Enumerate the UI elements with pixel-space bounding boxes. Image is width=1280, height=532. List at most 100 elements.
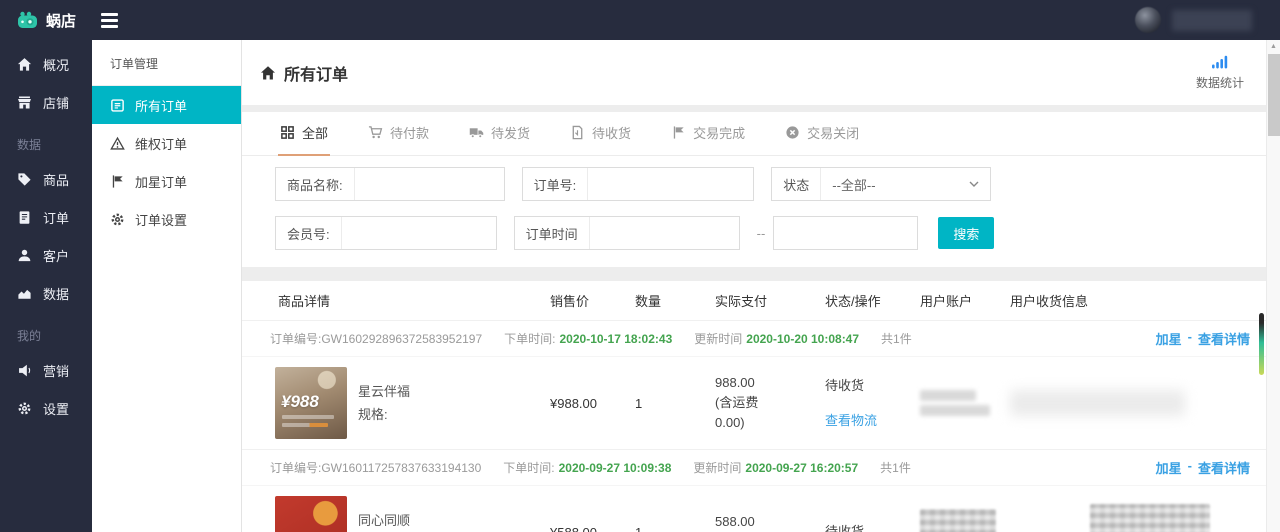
grid-icon xyxy=(280,125,295,140)
submenu-item-all-orders[interactable]: 所有订单 xyxy=(92,86,241,124)
sidebar-item-overview[interactable]: 概况 xyxy=(0,45,92,83)
product-image-price: ¥988 xyxy=(281,392,319,411)
order-time-field: 订单时间 xyxy=(513,216,740,250)
chart-icon xyxy=(17,286,32,301)
order-status-tabs: 全部 待付款 待发货 待收货 交易完成 交易关闭 xyxy=(242,112,1280,156)
flag-icon xyxy=(110,174,125,189)
order-no-label: 订单编号: xyxy=(270,332,322,346)
tab-closed[interactable]: 交易关闭 xyxy=(783,112,861,156)
table-header-row: 商品详情 销售价 数量 实际支付 状态/操作 用户账户 用户收货信息 xyxy=(242,281,1280,321)
product-name-spec: 同心同顺 规格: xyxy=(358,509,410,532)
sidebar-item-customers[interactable]: 客户 xyxy=(0,236,92,274)
product-row: ¥588 同心同顺 规格: ¥588.00 1 588.00 (含运费 待收货 xyxy=(242,486,1280,532)
tab-completed[interactable]: 交易完成 xyxy=(669,112,747,156)
submenu-item-dispute-orders[interactable]: 维权订单 xyxy=(92,124,241,162)
submenu-title: 订单管理 xyxy=(92,40,241,86)
sidebar-item-settings[interactable]: 设置 xyxy=(0,389,92,427)
quantity: 1 xyxy=(635,395,643,411)
bar-chart-icon xyxy=(1211,54,1228,69)
created-time: 2020-09-27 10:09:38 xyxy=(558,461,672,475)
submenu-item-order-settings[interactable]: 订单设置 xyxy=(92,200,241,238)
tab-pending-receipt[interactable]: 待收货 xyxy=(568,112,633,156)
tab-label: 交易完成 xyxy=(693,126,746,141)
tab-label: 待收货 xyxy=(592,126,632,141)
order-no-field: 订单号: xyxy=(521,167,755,201)
search-button[interactable]: 搜索 xyxy=(938,217,995,249)
sidebar-item-statistics[interactable]: 数据 xyxy=(0,274,92,312)
order-no: GW160117257837633194130 xyxy=(321,461,482,475)
username-redacted xyxy=(1172,9,1252,31)
shipping-fee: 0.00) xyxy=(715,415,745,431)
paid-amount: 588.00 xyxy=(715,513,755,529)
gear-icon xyxy=(110,212,125,227)
submenu-item-starred-orders[interactable]: 加星订单 xyxy=(92,162,241,200)
page-title: 所有订单 xyxy=(260,61,348,85)
updated-time: 2020-09-27 16:20:57 xyxy=(745,461,859,475)
quantity: 1 xyxy=(635,524,643,532)
filter-card: 全部 待付款 待发货 待收货 交易完成 交易关闭 商品名称: 订单号: 状态 -… xyxy=(242,112,1280,267)
list-icon xyxy=(110,98,125,113)
status-select[interactable]: --全部-- xyxy=(820,168,990,200)
app-logo[interactable]: 蜗店 xyxy=(0,10,92,31)
member-no-input[interactable] xyxy=(340,217,496,249)
tab-label: 交易关闭 xyxy=(807,126,860,141)
product-name-spec: 星云伴福 规格: xyxy=(358,380,410,427)
sidebar-section-mine: 我的 xyxy=(17,329,42,343)
sidebar-item-products[interactable]: 商品 xyxy=(0,160,92,198)
col-product-details: 商品详情 xyxy=(278,294,331,309)
chevron-down-icon xyxy=(969,181,979,188)
sidebar-item-marketing[interactable]: 营销 xyxy=(0,351,92,389)
detail-link[interactable]: 查看详情 xyxy=(1198,458,1250,477)
tab-label: 全部 xyxy=(302,126,329,141)
warning-icon xyxy=(110,136,125,151)
status-selected-value: --全部-- xyxy=(832,177,876,193)
item-count: 共1件 xyxy=(880,461,911,475)
topbar: 蜗店 xyxy=(0,0,1280,40)
detail-link[interactable]: 查看详情 xyxy=(1198,329,1250,348)
order-status: 待收货 xyxy=(825,524,865,532)
link-separator: - xyxy=(1187,329,1192,344)
scrollbar-thumb[interactable] xyxy=(1268,54,1280,136)
sidebar-label: 营销 xyxy=(43,363,70,379)
product-name: 星云伴福 xyxy=(358,383,411,399)
sidebar-section-data: 数据 xyxy=(17,138,42,152)
status-field: 状态 --全部-- xyxy=(771,167,992,201)
sidebar-item-orders[interactable]: 订单 xyxy=(0,198,92,236)
date-range-separator: -- xyxy=(756,225,766,241)
sidebar-label: 概况 xyxy=(43,57,70,73)
order-no-input[interactable] xyxy=(587,168,754,200)
delivery-info-redacted xyxy=(1005,390,1280,416)
order-time-label: 订单时间 xyxy=(525,226,578,242)
sidebar-label: 商品 xyxy=(43,172,70,188)
product-spec: 规格: xyxy=(358,407,388,422)
home-icon xyxy=(260,65,276,81)
shipping-note: (含运费 xyxy=(715,394,759,410)
tab-all[interactable]: 全部 xyxy=(278,112,331,156)
hamburger-icon[interactable] xyxy=(101,12,118,28)
sidebar-label: 设置 xyxy=(43,401,70,417)
receive-doc-icon xyxy=(570,125,585,140)
col-actual-payment: 实际支付 xyxy=(715,294,768,309)
avatar[interactable] xyxy=(1135,7,1161,33)
status-cell: 待收货 xyxy=(820,522,915,532)
product-row: ¥988 星云伴福 规格: ¥988.00 1 988.00 (含运费 0.00… xyxy=(242,357,1280,450)
product-image: ¥588 xyxy=(275,496,347,532)
order-submenu: 订单管理 所有订单 维权订单 加星订单 订单设置 xyxy=(92,40,242,532)
tab-label: 待付款 xyxy=(390,126,430,141)
order-time-start-input[interactable] xyxy=(588,217,739,249)
tab-pending-shipment[interactable]: 待发货 xyxy=(467,112,532,156)
scroll-up-arrow[interactable]: ▲ xyxy=(1267,40,1280,53)
data-statistics-link[interactable]: 数据统计 xyxy=(1196,54,1250,91)
sidebar-item-shop[interactable]: 店铺 xyxy=(0,83,92,121)
star-link[interactable]: 加星 xyxy=(1156,458,1182,477)
sidebar-label: 店铺 xyxy=(43,95,70,111)
status-cell: 待收货 查看物流 xyxy=(820,376,915,431)
product-name-input[interactable] xyxy=(353,168,504,200)
order-no: GW160292896372583952197 xyxy=(321,332,483,346)
view-logistics-link[interactable]: 查看物流 xyxy=(825,411,877,431)
user-menu[interactable] xyxy=(1135,7,1280,33)
order-time-end-input[interactable] xyxy=(773,216,919,250)
star-link[interactable]: 加星 xyxy=(1156,329,1182,348)
actual-payment: 588.00 (含运费 xyxy=(710,512,820,532)
tab-pending-payment[interactable]: 待付款 xyxy=(366,112,431,156)
